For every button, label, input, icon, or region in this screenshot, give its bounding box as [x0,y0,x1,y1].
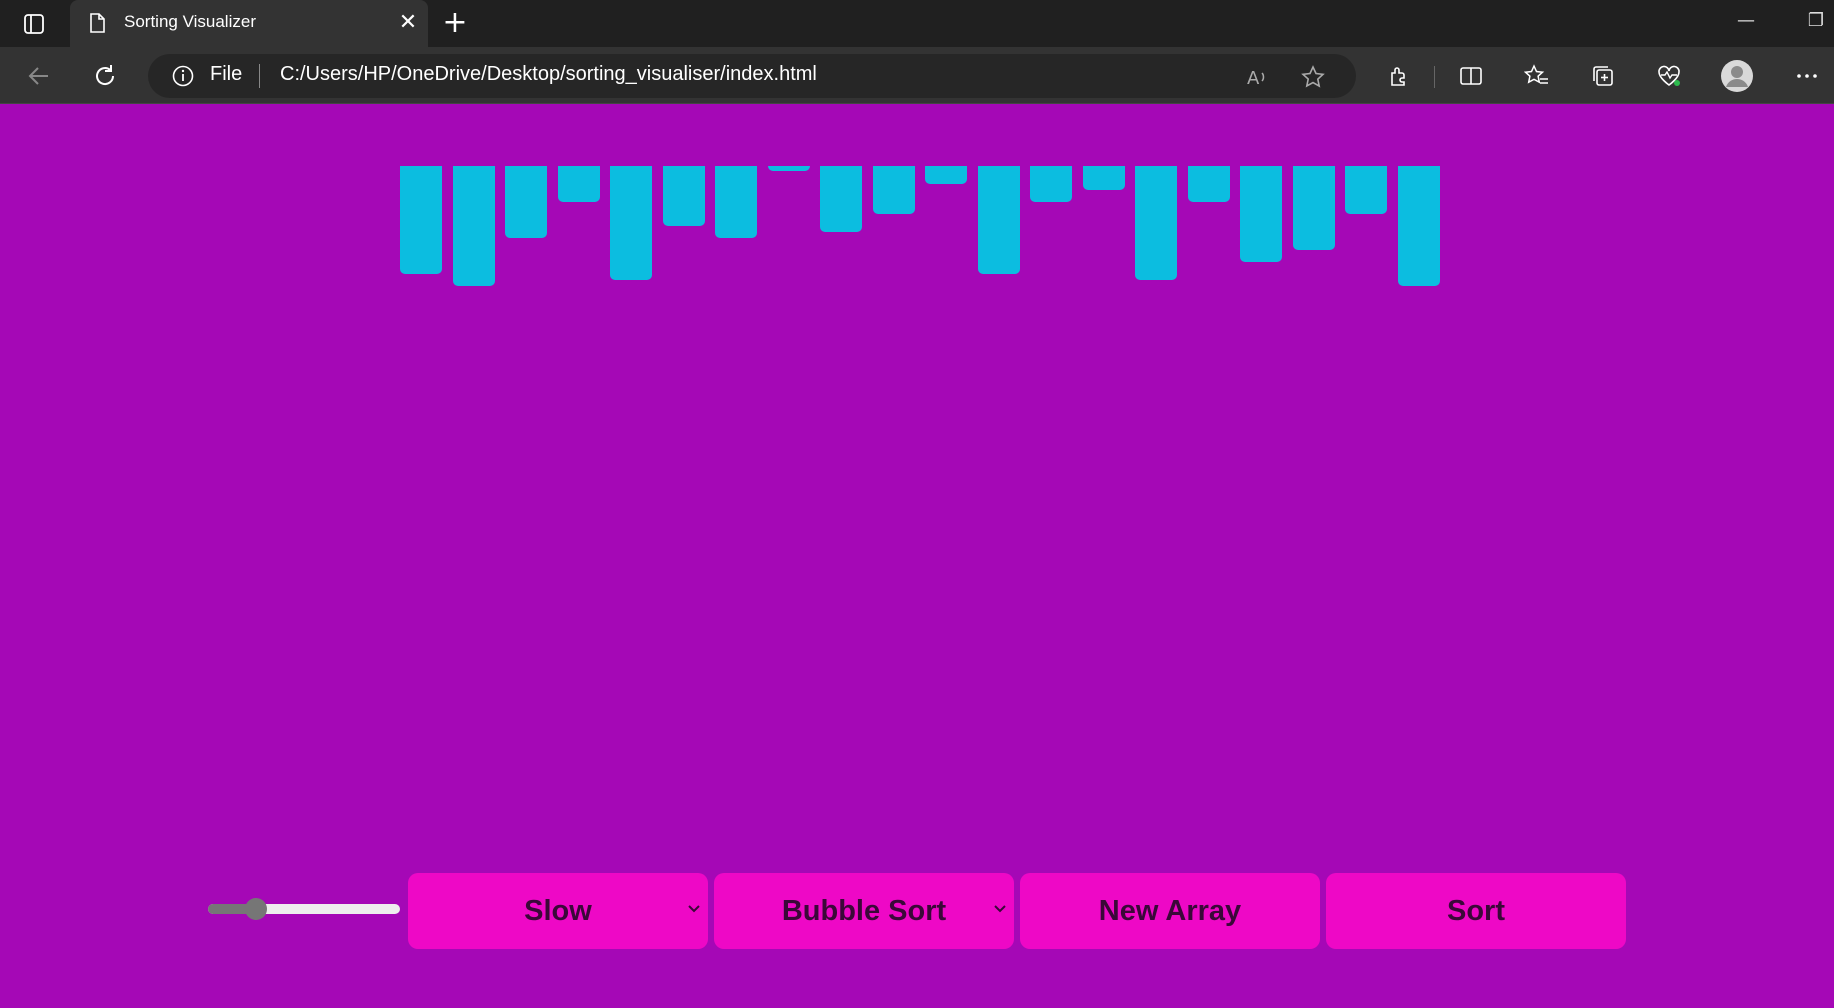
browser-essentials-icon[interactable] [1652,59,1686,93]
array-bar [610,166,652,280]
svg-text:A: A [1247,68,1260,89]
array-bar [663,166,705,226]
bars-container [400,166,1440,296]
favorite-star-icon[interactable] [1300,64,1326,90]
array-bar [978,166,1020,274]
array-bar [715,166,757,238]
close-tab-icon[interactable]: ✕ [396,11,420,35]
array-bar [1083,166,1125,190]
speed-select[interactable]: Slow [408,873,708,949]
page-icon [86,12,108,34]
extensions-icon[interactable] [1382,59,1416,93]
back-icon[interactable] [22,59,56,93]
address-bar[interactable]: File C:/Users/HP/OneDrive/Desktop/sortin… [148,54,1356,98]
array-bar [505,166,547,238]
array-bar [1135,166,1177,280]
browser-tab[interactable]: Sorting Visualizer ✕ [70,0,428,47]
controls-bar: Slow Bubble Sort New Array Sort [0,873,1834,949]
sort-button[interactable]: Sort [1326,873,1626,949]
collections-icon[interactable] [1586,59,1620,93]
array-bar [1345,166,1387,214]
more-options-icon[interactable] [1790,59,1824,93]
sort-label: Sort [1447,894,1505,927]
algorithm-select-value: Bubble Sort [781,894,947,927]
toolbar-divider [1434,66,1435,88]
array-bar [1030,166,1072,202]
array-bar [1188,166,1230,202]
address-url[interactable]: C:/Users/HP/OneDrive/Desktop/sorting_vis… [280,63,817,86]
restore-icon[interactable]: ❐ [1796,10,1834,36]
split-screen-icon[interactable] [1454,59,1488,93]
favorites-icon[interactable] [1520,59,1554,93]
new-array-button[interactable]: New Array [1020,873,1320,949]
new-array-label: New Array [1098,894,1242,927]
array-bar [1240,166,1282,262]
algorithm-select[interactable]: Bubble Sort [714,873,1014,949]
refresh-icon[interactable] [88,59,122,93]
profile-avatar[interactable] [1720,59,1754,93]
array-bar [400,166,442,274]
address-divider [259,64,260,88]
minimize-icon[interactable]: — [1726,10,1766,36]
array-bar [925,166,967,184]
info-icon[interactable] [172,65,194,87]
array-bar [820,166,862,232]
array-bar [873,166,915,214]
read-aloud-icon[interactable]: A [1244,64,1270,90]
array-bar [453,166,495,286]
speed-select-value: Slow [524,894,592,927]
browser-tab-bar: Sorting Visualizer ✕ + — ❐ [0,0,1834,47]
array-bar [1293,166,1335,250]
new-tab-icon[interactable]: + [440,8,470,39]
array-bar [558,166,600,202]
slider-thumb[interactable] [245,898,267,920]
tab-actions-icon[interactable] [14,10,54,37]
browser-toolbar: File C:/Users/HP/OneDrive/Desktop/sortin… [0,47,1834,104]
tab-title: Sorting Visualizer [124,12,256,31]
speed-slider[interactable] [208,898,400,920]
address-scheme: File [210,63,243,85]
chevron-down-icon [688,905,700,913]
array-bar [768,166,810,171]
chevron-down-icon [994,905,1006,913]
array-bar [1398,166,1440,286]
